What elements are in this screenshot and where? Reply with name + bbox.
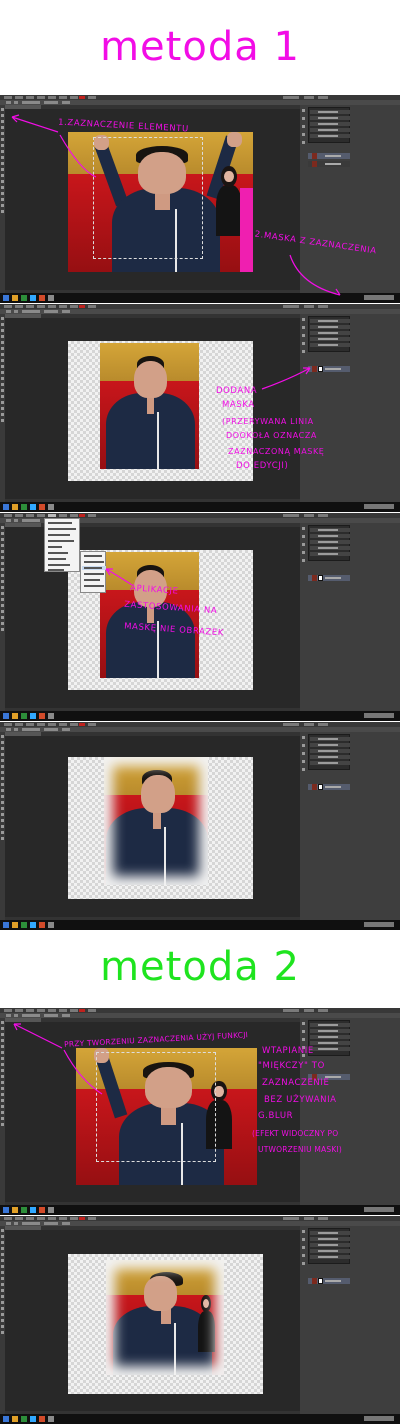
- tool-icon[interactable]: [1, 777, 4, 780]
- screenshot-4: [0, 722, 400, 930]
- tool-icon[interactable]: [1, 1331, 4, 1334]
- taskbar-icon[interactable]: [48, 1416, 54, 1422]
- layer-row[interactable]: [308, 1278, 350, 1284]
- toolbox[interactable]: [0, 732, 5, 920]
- tool-icon[interactable]: [1, 783, 4, 786]
- tool-icon[interactable]: [1, 825, 4, 828]
- tool-icon[interactable]: [1, 1289, 4, 1292]
- tool-icon[interactable]: [1, 759, 4, 762]
- tool-icon[interactable]: [1, 747, 4, 750]
- tool-icon[interactable]: [1, 771, 4, 774]
- taskbar[interactable]: [0, 920, 400, 930]
- taskbar-icon[interactable]: [3, 1416, 9, 1422]
- document-canvas[interactable]: [68, 1254, 263, 1394]
- tool-icon[interactable]: [1, 789, 4, 792]
- tool-icon[interactable]: [1, 1265, 4, 1268]
- tool-icon[interactable]: [1, 735, 4, 738]
- tool-icon[interactable]: [1, 1259, 4, 1262]
- arrow-icon: [13, 1023, 103, 1095]
- tool-icon[interactable]: [1, 1229, 4, 1232]
- tool-icon[interactable]: [1, 765, 4, 768]
- tool-icon[interactable]: [1, 1325, 4, 1328]
- arrow-icon: [11, 114, 341, 296]
- layer-thumbnail-icon: [312, 784, 317, 790]
- taskbar-icon[interactable]: [12, 1416, 18, 1422]
- tool-icon[interactable]: [1, 1307, 4, 1310]
- layer-row[interactable]: [308, 784, 350, 790]
- tool-icon[interactable]: [1, 813, 4, 816]
- heading-method-2: metoda 2: [100, 944, 300, 990]
- taskbar-icon[interactable]: [21, 1416, 27, 1422]
- screenshot-6: [0, 1216, 400, 1424]
- document-tab[interactable]: [5, 732, 41, 736]
- clock: [364, 922, 394, 927]
- tool-icon[interactable]: [1, 753, 4, 756]
- screenshot-2: DODANA MASKA (PRZERYWANA LINIA DOOKOŁA O…: [0, 304, 400, 512]
- tool-icon[interactable]: [1, 801, 4, 804]
- screenshot-5: PRZY TWORZENIU ZAZNACZENIA UŻYJ FUNKCJI …: [0, 1008, 400, 1215]
- tool-icon[interactable]: [1, 1271, 4, 1274]
- tool-icon[interactable]: [1, 819, 4, 822]
- tool-icon[interactable]: [1, 1283, 4, 1286]
- taskbar-icon[interactable]: [3, 922, 9, 928]
- document-canvas[interactable]: [68, 757, 253, 899]
- tool-icon[interactable]: [1, 1301, 4, 1304]
- tool-icon[interactable]: [1, 795, 4, 798]
- arrow-icon: [105, 568, 133, 586]
- screenshot-3: APLIKACJE ZASTOSOWANIA NA MASKĘ NIE OBRA…: [0, 513, 400, 721]
- feathered-photo: [106, 1260, 224, 1375]
- taskbar-icon[interactable]: [48, 922, 54, 928]
- toolbox[interactable]: [0, 1226, 5, 1414]
- right-panel-dock[interactable]: [300, 1226, 400, 1414]
- document-tab[interactable]: [5, 1226, 41, 1230]
- tool-icon[interactable]: [1, 1253, 4, 1256]
- tool-icon[interactable]: [1, 837, 4, 840]
- right-panel-dock[interactable]: [300, 732, 400, 920]
- tool-icon[interactable]: [1, 1241, 4, 1244]
- taskbar-icon[interactable]: [21, 922, 27, 928]
- layer-mask-icon[interactable]: [318, 1278, 323, 1284]
- tool-icon[interactable]: [1, 741, 4, 744]
- taskbar-icon[interactable]: [30, 1416, 36, 1422]
- layer-mask-icon[interactable]: [318, 784, 323, 790]
- taskbar-icon[interactable]: [12, 922, 18, 928]
- tool-icon[interactable]: [1, 1277, 4, 1280]
- tool-icon[interactable]: [1, 1319, 4, 1322]
- clock: [364, 1416, 394, 1421]
- document-tabs[interactable]: [5, 732, 300, 736]
- adjustments-panel[interactable]: [308, 734, 350, 770]
- feathered-photo: [104, 757, 208, 885]
- document-tabs[interactable]: [5, 1226, 300, 1230]
- tool-icon[interactable]: [1, 1247, 4, 1250]
- taskbar-icon[interactable]: [39, 1416, 45, 1422]
- tool-icon[interactable]: [1, 1313, 4, 1316]
- adjustments-panel[interactable]: [308, 1228, 350, 1264]
- tool-icon[interactable]: [1, 1295, 4, 1298]
- tool-icon[interactable]: [1, 1235, 4, 1238]
- taskbar-icon[interactable]: [30, 922, 36, 928]
- tool-icon[interactable]: [1, 807, 4, 810]
- taskbar-icon[interactable]: [39, 922, 45, 928]
- heading-method-1: metoda 1: [100, 24, 300, 70]
- layer-thumbnail-icon: [312, 1278, 317, 1284]
- arrow-icon: [261, 367, 311, 390]
- tool-icon[interactable]: [1, 831, 4, 834]
- taskbar[interactable]: [0, 1414, 400, 1424]
- screenshot-1: 1.ZAZNACZENIE ELEMENTU 2.MASKA Z ZAZNACZ…: [0, 95, 400, 303]
